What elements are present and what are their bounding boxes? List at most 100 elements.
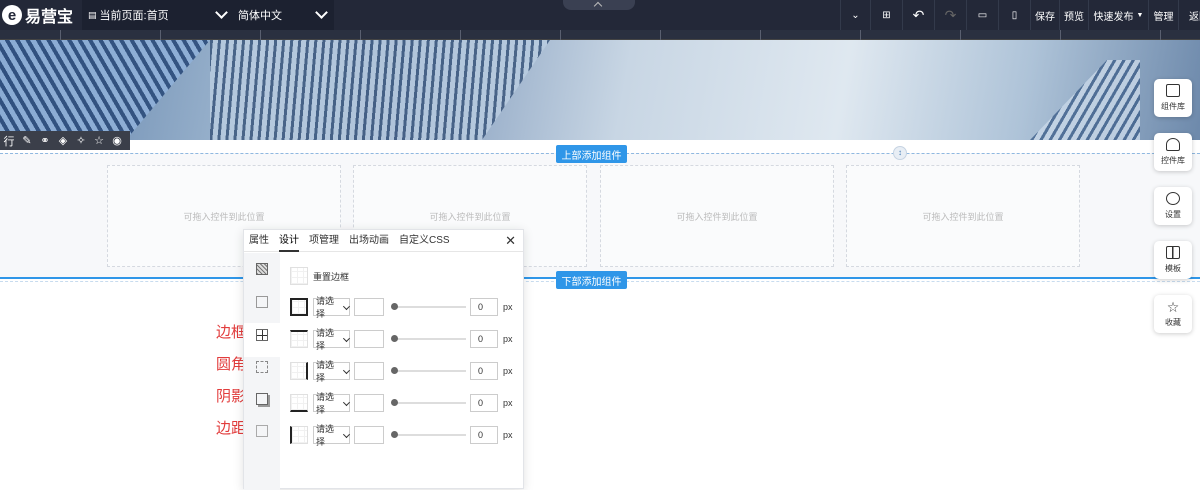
horizontal-ruler xyxy=(0,30,1200,40)
chevron-down-icon xyxy=(215,6,228,19)
template-label: 模板 xyxy=(1165,264,1181,273)
settings-button[interactable]: 设置 xyxy=(1154,187,1192,225)
mobile-icon: ▯ xyxy=(1011,9,1018,21)
border-style-select[interactable]: 请选择 xyxy=(313,328,350,351)
tab-design[interactable]: 设计 xyxy=(279,230,299,252)
border-width-slider[interactable] xyxy=(391,431,466,438)
shadow-heading: 阴影 xyxy=(216,388,247,405)
border-icon[interactable] xyxy=(256,329,268,341)
border-width-input[interactable]: 0 xyxy=(470,330,498,348)
border-width-slider[interactable] xyxy=(391,303,466,310)
shadow-icon[interactable] xyxy=(256,393,268,405)
tab-items[interactable]: 项管理 xyxy=(309,230,339,252)
publish-button[interactable]: 快速发布 ▼ xyxy=(1088,0,1148,30)
caret-down-icon: ▼ xyxy=(1136,11,1144,19)
drop-zone[interactable]: 可拖入控件到此位置 xyxy=(846,165,1080,267)
page-file-icon: ▤ xyxy=(88,9,97,20)
border-right-row: 请选择 0 px xyxy=(290,360,513,383)
border-width-input[interactable]: 0 xyxy=(470,426,498,444)
border-style-select[interactable]: 请选择 xyxy=(313,296,350,319)
template-icon xyxy=(1166,246,1180,259)
spacing-icon[interactable] xyxy=(256,425,268,437)
border-top-icon[interactable] xyxy=(290,330,308,348)
border-all-icon[interactable] xyxy=(290,298,308,316)
border-width-slider[interactable] xyxy=(391,399,466,406)
unit-label: px xyxy=(503,398,513,408)
logo-text: 易营宝 xyxy=(25,9,74,26)
radius-heading: 圆角 xyxy=(216,356,247,373)
gear-icon xyxy=(1166,192,1180,205)
mobile-view-button[interactable]: ▯ xyxy=(998,0,1030,30)
border-left-row: 请选择 0 px xyxy=(290,424,513,447)
collapse-panel-button[interactable]: ⌄ xyxy=(840,0,870,30)
border-style-select[interactable]: 请选择 xyxy=(313,424,350,447)
drop-zone[interactable]: 可拖入控件到此位置 xyxy=(600,165,834,267)
background-icon[interactable] xyxy=(256,263,268,275)
undo-button[interactable]: ↶ xyxy=(902,0,934,30)
border-color-picker[interactable] xyxy=(354,426,384,444)
border-width-input[interactable]: 0 xyxy=(470,298,498,316)
layers-icon[interactable]: ◈ xyxy=(54,134,72,147)
app-logo: e 易营宝 xyxy=(0,0,78,30)
unit-label: px xyxy=(503,302,513,312)
resize-handle-icon[interactable]: ↕ xyxy=(893,146,907,160)
link-icon[interactable]: ⚭ xyxy=(36,134,54,147)
tab-custom-css[interactable]: 自定义CSS xyxy=(399,230,450,252)
close-icon[interactable]: ✕ xyxy=(505,233,516,249)
border-bottom-icon[interactable] xyxy=(290,394,308,412)
unit-label: px xyxy=(503,366,513,376)
border-heading: 边框 xyxy=(216,324,247,341)
panel-tabs: 属性 设计 项管理 出场动画 自定义CSS xyxy=(244,230,523,252)
copy-icon xyxy=(1166,84,1180,97)
template-button[interactable]: 模板 xyxy=(1154,241,1192,279)
border-width-input[interactable]: 0 xyxy=(470,362,498,380)
border-color-picker[interactable] xyxy=(354,330,384,348)
favorites-button[interactable]: ☆ 收藏 xyxy=(1154,295,1192,333)
border-width-slider[interactable] xyxy=(391,367,466,374)
border-left-icon[interactable] xyxy=(290,426,308,444)
undo-icon: ↶ xyxy=(912,6,925,23)
control-library-button[interactable]: 控件库 xyxy=(1154,133,1192,171)
unit-label: px xyxy=(503,334,513,344)
border-width-slider[interactable] xyxy=(391,335,466,342)
redo-button[interactable]: ↷ xyxy=(934,0,966,30)
save-button[interactable]: 保存 xyxy=(1030,0,1059,30)
border-right-icon[interactable] xyxy=(290,362,308,380)
border-style-select[interactable]: 请选择 xyxy=(313,360,350,383)
star-icon[interactable]: ☆ xyxy=(90,134,108,147)
desktop-view-button[interactable]: ▭ xyxy=(966,0,998,30)
collapse-toolbar-toggle[interactable] xyxy=(563,0,635,10)
component-library-label: 组件库 xyxy=(1161,102,1185,111)
edit-icon[interactable]: ✎ xyxy=(18,134,36,147)
language-select[interactable]: 简体中文 xyxy=(234,0,334,30)
add-component-bottom-button[interactable]: 下部添加组件 xyxy=(556,271,627,289)
manage-button[interactable]: 管理 xyxy=(1148,0,1178,30)
redo-icon: ↷ xyxy=(944,6,957,23)
tab-properties[interactable]: 属性 xyxy=(249,230,269,252)
banner-image[interactable] xyxy=(0,40,1200,140)
reset-border-row[interactable]: 重置边框 xyxy=(290,266,349,286)
add-component-top-button[interactable]: 上部添加组件 xyxy=(556,145,627,163)
border-style-select[interactable]: 请选择 xyxy=(313,392,350,415)
magic-icon[interactable]: ✧ xyxy=(72,134,90,147)
eye-icon[interactable]: ◉ xyxy=(108,134,126,147)
reset-border-label: 重置边框 xyxy=(313,271,350,282)
layout-icon[interactable] xyxy=(256,296,268,308)
border-color-picker[interactable] xyxy=(354,298,384,316)
page-select[interactable]: ▤ 当前页面:首页 xyxy=(82,0,234,30)
border-color-picker[interactable] xyxy=(354,394,384,412)
align-tool-button[interactable]: ⊞ xyxy=(870,0,902,30)
border-color-picker[interactable] xyxy=(354,362,384,380)
tab-animation[interactable]: 出场动画 xyxy=(349,230,389,252)
design-panel: 属性 设计 项管理 出场动画 自定义CSS ✕ 重置边框 请选择 0 px 请选… xyxy=(243,229,524,490)
preview-button[interactable]: 预览 xyxy=(1059,0,1088,30)
radius-icon[interactable] xyxy=(256,361,268,373)
control-library-label: 控件库 xyxy=(1161,156,1185,165)
unit-label: px xyxy=(503,430,513,440)
component-library-button[interactable]: 组件库 xyxy=(1154,79,1192,117)
margin-heading: 边距 xyxy=(216,420,247,437)
desktop-icon: ▭ xyxy=(977,9,988,21)
back-button[interactable]: 返回 xyxy=(1178,0,1200,30)
chevron-down-icon xyxy=(315,6,328,19)
border-width-input[interactable]: 0 xyxy=(470,394,498,412)
